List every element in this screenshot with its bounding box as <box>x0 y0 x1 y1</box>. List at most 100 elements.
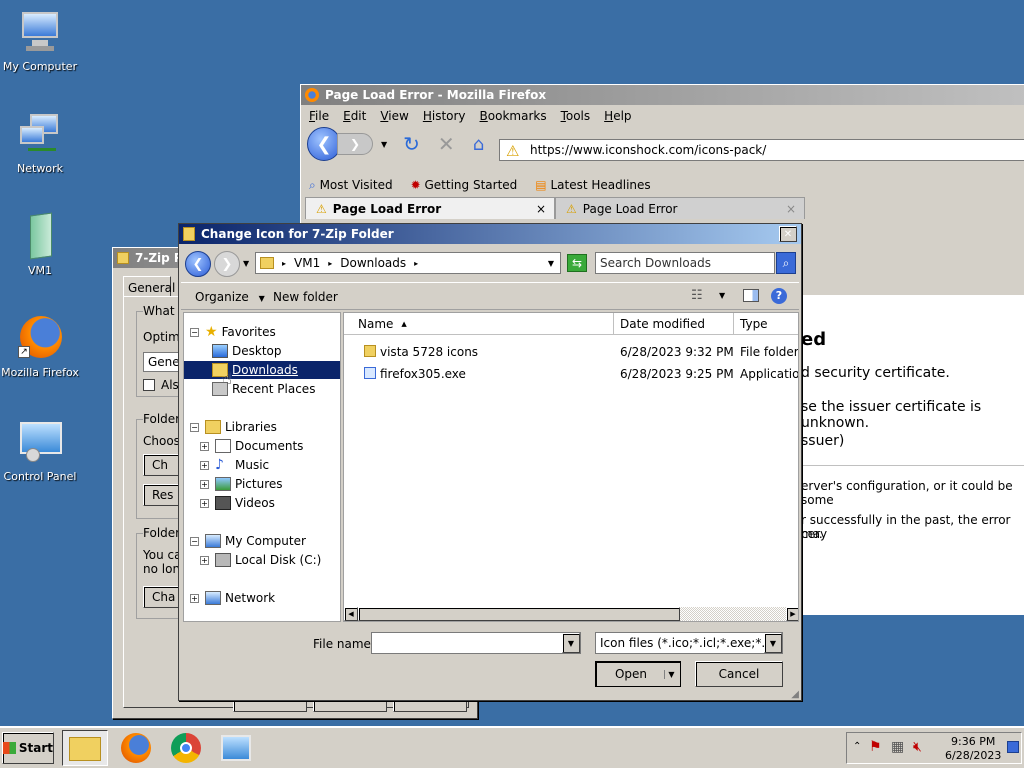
tree-documents[interactable]: + Documents <box>200 437 303 455</box>
breadcrumb-item[interactable]: Downloads <box>340 256 406 270</box>
column-type[interactable]: Type <box>734 313 798 335</box>
tab-close-icon[interactable]: × <box>536 202 546 216</box>
breadcrumb-item[interactable]: VM1 <box>294 256 320 270</box>
column-date-modified[interactable]: Date modified <box>614 313 734 335</box>
expand-icon[interactable]: + <box>200 441 209 451</box>
tree-downloads[interactable]: Downloads <box>184 361 340 379</box>
menu-view[interactable]: View <box>380 109 408 123</box>
desktop-icon-network[interactable]: Network <box>0 112 80 175</box>
recent-pages-icon[interactable]: ▼ <box>243 259 249 268</box>
taskbar-control-panel[interactable] <box>212 730 258 766</box>
tree-recent-places[interactable]: Recent Places <box>212 380 315 398</box>
forward-button[interactable]: ❯ <box>337 133 373 155</box>
collapse-icon[interactable]: − <box>190 422 199 432</box>
tab-close-icon[interactable]: × <box>786 202 796 216</box>
show-desktop-icon[interactable] <box>1007 741 1019 753</box>
dialog-titlebar[interactable]: Change Icon for 7-Zip Folder ✕ <box>179 224 801 244</box>
tab-active[interactable]: ⚠ Page Load Error × <box>305 197 555 219</box>
close-button[interactable]: ✕ <box>779 226 797 242</box>
taskbar-firefox[interactable] <box>112 730 158 766</box>
back-button[interactable]: ❮ <box>307 127 341 161</box>
menu-help[interactable]: Help <box>604 109 631 123</box>
desktop-icon-vm1[interactable]: VM1 <box>0 212 80 277</box>
open-button[interactable]: Open ▼ <box>595 661 681 687</box>
reload-icon[interactable]: ↻ <box>403 132 420 156</box>
file-type-select[interactable]: Icon files (*.ico;*.icl;*.exe;*.dll) ▼ <box>595 632 783 654</box>
expand-icon[interactable]: + <box>200 479 209 489</box>
tree-libraries[interactable]: − Libraries <box>190 418 277 436</box>
bookmark-latest-headlines[interactable]: ▤ Latest Headlines <box>535 178 650 192</box>
tree-network[interactable]: + Network <box>190 589 275 607</box>
help-icon[interactable]: ? <box>771 288 787 304</box>
action-center-flag-icon[interactable]: ⚑ <box>869 739 882 755</box>
pictures-icon <box>215 477 231 491</box>
tree-local-disk[interactable]: + Local Disk (C:) <box>200 551 321 569</box>
tree-favorites[interactable]: − ★ Favorites <box>190 323 276 341</box>
scroll-thumb[interactable] <box>358 607 680 621</box>
preview-pane-icon[interactable] <box>743 289 759 302</box>
search-input[interactable]: Search Downloads <box>595 252 775 274</box>
file-type-dropdown[interactable]: ▼ <box>764 633 782 653</box>
desktop-icon-my-computer[interactable]: My Computer <box>0 10 80 73</box>
chevron-down-icon[interactable]: ▼ <box>719 291 725 300</box>
tree-pictures[interactable]: + Pictures <box>200 475 283 493</box>
new-folder-button[interactable]: New folder <box>273 290 338 304</box>
desktop-icon-mozilla-firefox[interactable]: ↗ Mozilla Firefox <box>0 316 80 379</box>
menu-edit[interactable]: Edit <box>343 109 366 123</box>
chevron-down-icon[interactable]: ▼ <box>548 259 554 268</box>
expand-icon[interactable]: + <box>200 498 209 508</box>
volume-muted-icon[interactable]: 🔇︎ <box>913 739 922 755</box>
history-dropdown-icon[interactable]: ▼ <box>381 140 387 149</box>
network-tray-icon[interactable]: ▦ <box>891 739 904 755</box>
file-name-input[interactable]: ▼ <box>371 632 581 654</box>
show-hidden-icons-icon[interactable]: ⌃ <box>853 741 861 752</box>
taskbar-chrome[interactable] <box>162 730 208 766</box>
organize-button[interactable]: Organize ▼ <box>195 290 265 304</box>
open-dropdown-icon[interactable]: ▼ <box>664 669 678 679</box>
clock-time[interactable]: 9:36 PM <box>951 735 995 748</box>
menu-history[interactable]: History <box>423 109 466 123</box>
scroll-right-button[interactable]: ▶ <box>786 607 798 621</box>
expand-icon[interactable]: + <box>200 460 209 470</box>
firefox-titlebar[interactable]: Page Load Error - Mozilla Firefox <box>301 85 1024 105</box>
search-icon[interactable]: ⌕ <box>776 252 796 274</box>
expand-icon[interactable]: + <box>190 593 199 603</box>
tree-videos[interactable]: + Videos <box>200 494 275 512</box>
clock-date[interactable]: 6/28/2023 <box>945 749 1001 762</box>
tree-my-computer[interactable]: − My Computer <box>190 532 306 550</box>
also-checkbox[interactable]: Als <box>143 378 179 392</box>
refresh-button[interactable]: ⇆ <box>567 254 587 272</box>
list-item[interactable]: vista 5728 icons 6/28/2023 9:32 PM File … <box>344 341 798 361</box>
menu-bookmarks[interactable]: Bookmarks <box>480 109 547 123</box>
collapse-icon[interactable]: − <box>190 536 199 546</box>
tree-music[interactable]: + ♪ Music <box>200 456 269 474</box>
scroll-left-button[interactable]: ◀ <box>344 607 358 621</box>
checkbox[interactable] <box>143 379 155 391</box>
list-item[interactable]: firefox305.exe 6/28/2023 9:25 PM Applica… <box>344 363 798 383</box>
back-button[interactable]: ❮ <box>185 251 211 277</box>
menu-file[interactable]: File <box>309 109 329 123</box>
view-icon[interactable]: ☷ <box>691 288 703 303</box>
home-icon[interactable]: ⌂ <box>473 134 484 155</box>
start-button[interactable]: Start <box>2 732 54 764</box>
tab-label: Page Load Error <box>332 201 442 216</box>
address-bar[interactable]: ⚠ https://www.iconshock.com/icons-pack/ <box>499 139 1024 161</box>
horizontal-scrollbar[interactable]: ◀ ▶ <box>344 607 798 621</box>
resize-grip-icon[interactable]: ◢ <box>791 689 799 700</box>
breadcrumb[interactable]: ▸ VM1 ▸ Downloads ▸ ▼ <box>255 252 561 274</box>
tree-desktop[interactable]: Desktop <box>212 342 282 360</box>
menu-tools[interactable]: Tools <box>561 109 591 123</box>
collapse-icon[interactable]: − <box>190 327 199 337</box>
stop-icon[interactable]: ✕ <box>438 132 455 156</box>
expand-icon[interactable]: + <box>200 555 209 565</box>
column-name[interactable]: Name ▲ <box>344 313 614 335</box>
desktop-icon-control-panel[interactable]: Control Panel <box>0 420 80 483</box>
cancel-button[interactable]: Cancel <box>695 661 783 687</box>
forward-button[interactable]: ❯ <box>214 251 240 277</box>
tab-inactive[interactable]: ⚠ Page Load Error × <box>555 197 805 219</box>
taskbar-explorer[interactable] <box>62 730 108 766</box>
bookmark-getting-started[interactable]: ✹ Getting Started <box>411 178 518 192</box>
tab-general[interactable]: General <box>123 276 175 296</box>
file-name-dropdown[interactable]: ▼ <box>562 633 580 653</box>
bookmark-most-visited[interactable]: ⌕ Most Visited <box>309 178 393 193</box>
